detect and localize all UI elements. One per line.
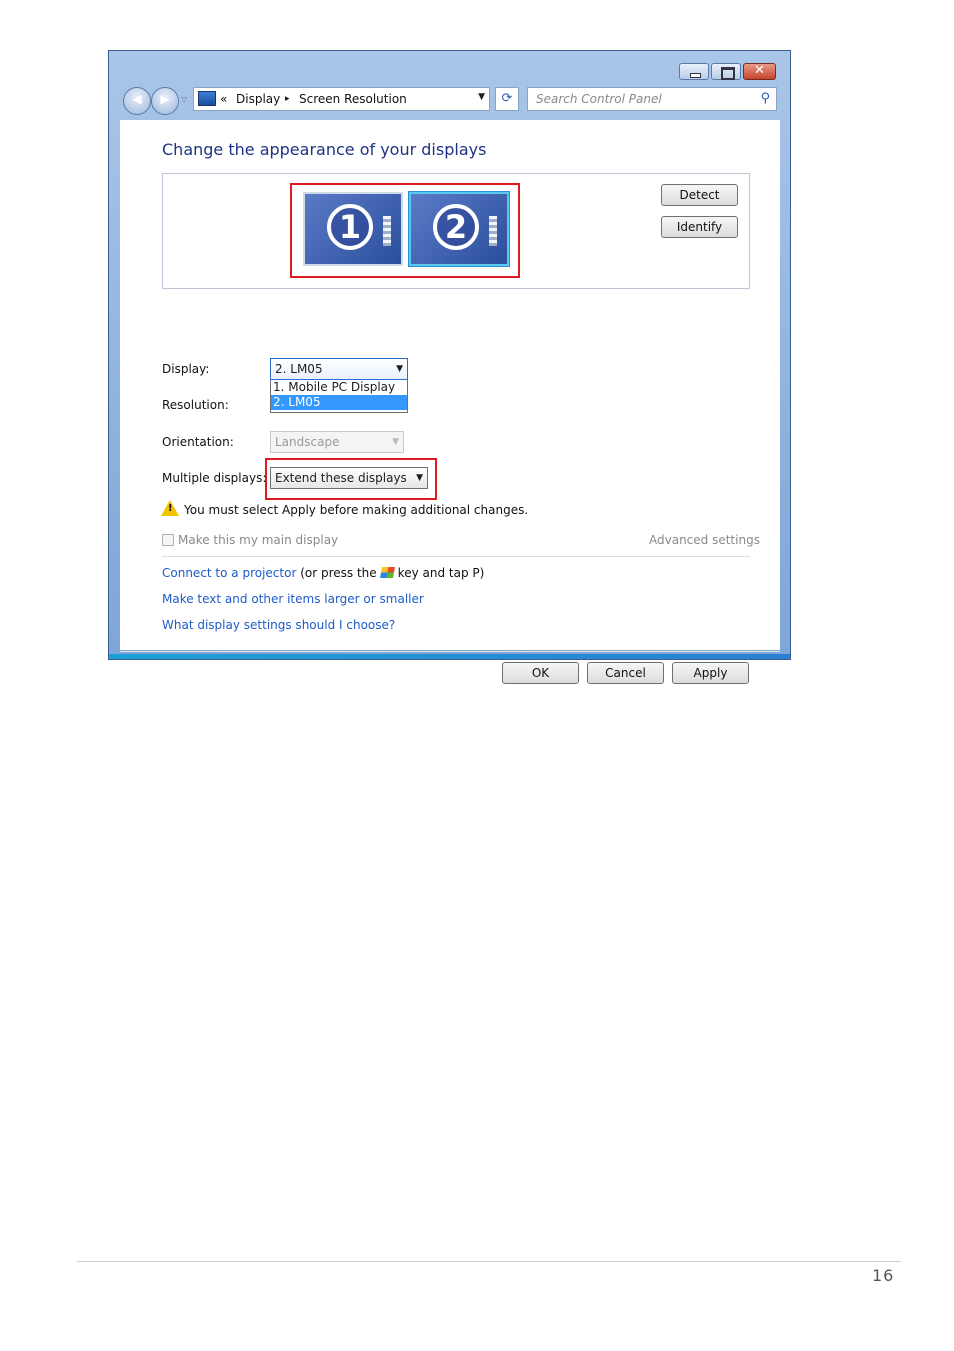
display-label: Display: [162,362,210,376]
footer-divider [77,1261,901,1262]
multiple-displays-select[interactable]: Extend these displays ▼ [270,467,428,489]
search-box[interactable]: ⚲ [527,87,777,111]
page-number: 16 [872,1266,895,1285]
monitor-1[interactable]: 1 [303,192,403,266]
orientation-label: Orientation: [162,435,234,449]
display-dropdown-list: 1. Mobile PC Display 2. LM05 [270,380,408,413]
apply-button[interactable]: Apply [672,662,749,684]
monitor-number: 2 [433,204,479,250]
search-input[interactable] [534,91,748,107]
detect-button[interactable]: Detect [661,184,738,206]
recent-pages-icon[interactable]: ▽ [181,95,187,104]
cancel-button[interactable]: Cancel [587,662,664,684]
multiple-displays-label: Multiple displays: [162,471,267,485]
caption-buttons: ✕ [677,63,776,80]
identify-button[interactable]: Identify [661,216,738,238]
breadcrumb-display[interactable]: Display [236,92,280,106]
text-size-link[interactable]: Make text and other items larger or smal… [162,592,424,606]
display-select-value: 2. LM05 [275,362,323,376]
address-dropdown-icon[interactable]: ▼ [478,92,485,102]
minimize-icon [690,73,701,78]
projector-hint-end: key and tap P) [397,566,485,580]
main-display-checkbox[interactable] [162,534,174,546]
control-panel-icon [198,91,216,106]
monitor-2[interactable]: 2 [409,192,509,266]
projector-line: Connect to a projector (or press the key … [162,566,484,580]
display-preview: 1 2 Detect Identify [162,173,750,289]
orientation-select[interactable]: Landscape ▼ [270,431,404,453]
display-select[interactable]: 2. LM05 ▼ [270,358,408,380]
refresh-icon: ⟳ [501,91,513,106]
search-icon[interactable]: ⚲ [760,91,770,106]
windows-key-icon [379,567,395,578]
page-title: Change the appearance of your displays [162,140,487,159]
chevron-down-icon: ▼ [416,473,423,483]
maximize-icon [721,67,735,80]
monitor-taskbar-icon [489,216,497,246]
orientation-select-value: Landscape [275,435,340,449]
connect-projector-link[interactable]: Connect to a projector [162,566,296,580]
divider [120,651,780,652]
resolution-label: Resolution: [162,398,229,412]
ok-button[interactable]: OK [502,662,579,684]
projector-hint-start: (or press the [300,566,377,580]
monitor-number: 1 [327,204,373,250]
address-bar[interactable]: « Display ▸ Screen Resolution ▼ [193,87,490,111]
breadcrumb-screen-resolution[interactable]: Screen Resolution [299,92,407,106]
maximize-button[interactable] [711,63,741,80]
forward-arrow-icon: ▶ [160,92,170,106]
screen-resolution-window: ✕ ◀ ▶ ▽ « Display ▸ Screen Resolution ▼ … [108,50,791,684]
main-display-label: Make this my main display [178,533,339,547]
advanced-settings-link[interactable]: Advanced settings [649,533,760,547]
chevron-down-icon: ▼ [396,364,403,374]
refresh-button[interactable]: ⟳ [495,87,519,111]
display-option-1[interactable]: 1. Mobile PC Display [271,380,407,395]
chevron-down-icon: ▼ [392,437,399,447]
monitors-highlight: 1 2 [290,183,520,278]
warning-icon: ! [161,500,179,516]
minimize-button[interactable] [679,63,709,80]
close-icon: ✕ [754,63,765,78]
content-pane: Change the appearance of your displays 1… [120,120,780,684]
back-button[interactable]: ◀ [123,87,151,115]
display-option-2[interactable]: 2. LM05 [271,395,407,410]
back-arrow-icon: ◀ [132,92,142,106]
close-button[interactable]: ✕ [743,63,776,80]
warning-message: You must select Apply before making addi… [184,503,529,517]
multiple-displays-value: Extend these displays [275,471,407,485]
divider [162,556,750,557]
forward-button[interactable]: ▶ [151,87,179,115]
display-help-link[interactable]: What display settings should I choose? [162,618,395,632]
monitor-taskbar-icon [383,216,391,246]
breadcrumb-separator-icon[interactable]: ▸ [285,94,290,104]
breadcrumb-overflow-icon[interactable]: « [220,92,227,106]
